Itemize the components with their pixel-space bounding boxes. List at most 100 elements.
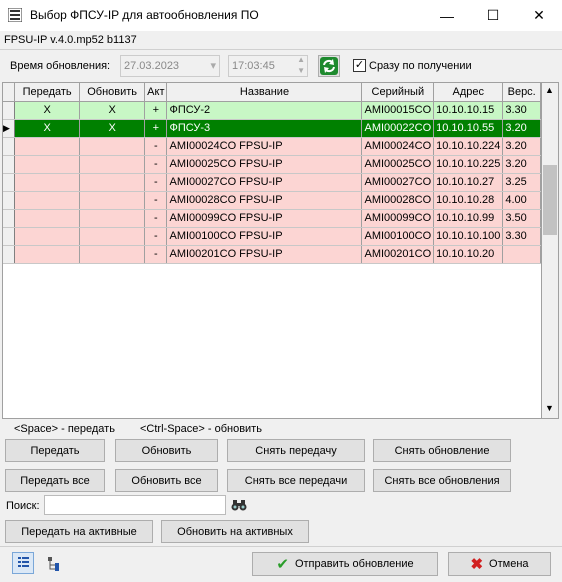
tree-view-icon[interactable] [46,555,64,573]
cell-address[interactable]: 10.10.10.27 [433,173,504,192]
row-indicator[interactable] [3,173,16,192]
send-button[interactable]: Передать [5,439,105,462]
update-button[interactable]: Обновить [115,439,218,462]
cell-version[interactable]: 3.25 [502,173,541,192]
cell-update[interactable] [79,209,146,228]
table-row[interactable]: - AMI00025CO FPSU-IP AMI00025CO 10.10.10.22… [3,155,541,174]
col-update-header[interactable]: Обновить [79,83,146,102]
cell-version[interactable]: 3.20 [502,155,541,174]
cell-send[interactable] [14,155,81,174]
cell-address[interactable]: 10.10.10.15 [433,101,504,120]
cell-act[interactable]: + [144,101,168,120]
row-indicator[interactable] [3,209,16,228]
cell-serial[interactable]: AMI00024CO [361,137,435,156]
cell-serial[interactable]: AMI00015CO [361,101,435,120]
table-row[interactable]: - AMI00100CO FPSU-IP AMI00100CO 10.10.10.10… [3,227,541,246]
cell-serial[interactable]: AMI00099CO [361,209,435,228]
row-indicator[interactable] [3,245,16,264]
cell-name[interactable]: AMI00028CO FPSU-IP [166,191,363,210]
table-row[interactable]: ▶ X X + ФПСУ-3 AMI00022CO 10.10.10.55 3.20 [3,119,541,138]
scroll-up-icon[interactable]: ▲ [545,85,554,95]
cell-act[interactable]: - [144,209,168,228]
cell-update[interactable]: X [79,119,146,138]
cell-serial[interactable]: AMI00100CO [361,227,435,246]
table-row[interactable]: - AMI00024CO FPSU-IP AMI00024CO 10.10.10.22… [3,137,541,156]
cell-act[interactable]: - [144,155,168,174]
current-row-indicator-icon[interactable]: ▶ [3,119,16,138]
cell-send[interactable] [14,173,81,192]
cell-name[interactable]: AMI00027CO FPSU-IP [166,173,363,192]
cell-name[interactable]: AMI00024CO FPSU-IP [166,137,363,156]
send-active-button[interactable]: Передать на активные [5,520,153,543]
cell-update[interactable] [79,173,146,192]
grid-scrollbar[interactable]: ▲ ▼ [542,82,559,419]
cell-address[interactable]: 10.10.10.100 [433,227,504,246]
cell-act[interactable]: + [144,119,168,138]
cell-update[interactable]: X [79,101,146,120]
cell-act[interactable]: - [144,245,168,264]
cell-send[interactable] [14,209,81,228]
cell-act[interactable]: - [144,137,168,156]
cell-version[interactable]: 3.30 [502,227,541,246]
refresh-button[interactable] [318,55,340,77]
table-row[interactable]: - AMI00201CO FPSU-IP AMI00201CO 10.10.10.20 [3,245,541,264]
cell-serial[interactable]: AMI00025CO [361,155,435,174]
row-indicator[interactable] [3,101,16,120]
col-name-header[interactable]: Название [166,83,363,102]
cell-address[interactable]: 10.10.10.28 [433,191,504,210]
cell-address[interactable]: 10.10.10.20 [433,245,504,264]
cell-update[interactable] [79,245,146,264]
maximize-button[interactable]: ☐ [470,0,516,31]
cell-update[interactable] [79,227,146,246]
cell-name[interactable]: AMI00201CO FPSU-IP [166,245,363,264]
unset-update-button[interactable]: Снять обновление [373,439,511,462]
cell-act[interactable]: - [144,191,168,210]
unset-send-button[interactable]: Снять передачу [227,439,365,462]
col-serial-header[interactable]: Серийный [361,83,435,102]
unset-all-send-button[interactable]: Снять все передачи [227,469,365,492]
cell-send[interactable] [14,227,81,246]
scroll-thumb[interactable] [543,165,557,235]
binoculars-icon[interactable] [231,497,247,513]
row-indicator[interactable] [3,191,16,210]
col-send-header[interactable]: Передать [14,83,81,102]
cell-act[interactable]: - [144,227,168,246]
cell-name[interactable]: AMI00025CO FPSU-IP [166,155,363,174]
cancel-button[interactable]: ✖ Отмена [448,552,551,576]
row-indicator[interactable] [3,137,16,156]
cell-address[interactable]: 10.10.10.55 [433,119,504,138]
cell-update[interactable] [79,191,146,210]
cell-serial[interactable]: AMI00201CO [361,245,435,264]
instant-checkbox[interactable]: ✓ [353,59,366,72]
scroll-down-icon[interactable]: ▼ [545,403,554,413]
cell-address[interactable]: 10.10.10.225 [433,155,504,174]
send-all-button[interactable]: Передать все [5,469,105,492]
cell-serial[interactable]: AMI00022CO [361,119,435,138]
cell-address[interactable]: 10.10.10.99 [433,209,504,228]
cell-send[interactable] [14,245,81,264]
cell-version[interactable]: 4.00 [502,191,541,210]
unset-all-update-button[interactable]: Снять все обновления [373,469,511,492]
cell-serial[interactable]: AMI00027CO [361,173,435,192]
cell-version[interactable]: 3.20 [502,119,541,138]
col-address-header[interactable]: Адрес [433,83,504,102]
minimize-button[interactable]: — [424,0,470,31]
cell-update[interactable] [79,137,146,156]
cell-version[interactable]: 3.50 [502,209,541,228]
search-input[interactable] [44,495,226,515]
cell-name[interactable]: ФПСУ-2 [166,101,363,120]
cell-serial[interactable]: AMI00028CO [361,191,435,210]
close-button[interactable]: ✕ [516,0,562,31]
cell-send[interactable] [14,137,81,156]
cell-version[interactable]: 3.20 [502,137,541,156]
cell-act[interactable]: - [144,173,168,192]
table-row[interactable]: - AMI00028CO FPSU-IP AMI00028CO 10.10.10.28… [3,191,541,210]
cell-name[interactable]: ФПСУ-3 [166,119,363,138]
table-row[interactable]: X X + ФПСУ-2 AMI00015CO 10.10.10.15 3.30 [3,101,541,120]
update-all-button[interactable]: Обновить все [115,469,218,492]
update-active-button[interactable]: Обновить на активных [161,520,309,543]
table-row[interactable]: - AMI00099CO FPSU-IP AMI00099CO 10.10.10.99… [3,209,541,228]
cell-version[interactable] [502,245,541,264]
cell-name[interactable]: AMI00100CO FPSU-IP [166,227,363,246]
cell-version[interactable]: 3.30 [502,101,541,120]
